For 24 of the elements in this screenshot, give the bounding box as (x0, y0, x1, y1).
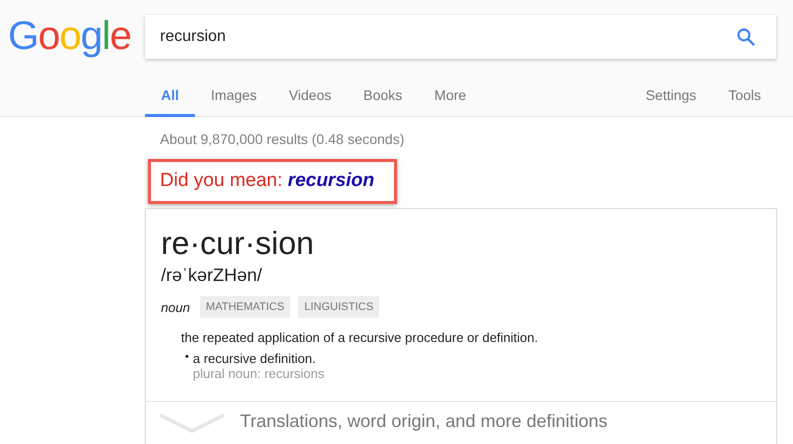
suggestion-link[interactable]: recursion (288, 170, 374, 191)
nav-link[interactable]: Settings (630, 79, 712, 117)
nav-link[interactable]: Tools (712, 79, 793, 117)
bullet: • (185, 351, 189, 365)
nav-tab[interactable]: More (418, 79, 482, 117)
subject-tag: MATHEMATICS (200, 296, 290, 318)
nav-tab[interactable]: Videos (272, 79, 348, 117)
search-field[interactable]: recursion (160, 28, 736, 46)
part-of-speech: noun (161, 300, 190, 314)
result-stats: About 9,870,000 results (0.48 seconds) (160, 131, 406, 147)
subsense-text: a recursive definition. (192, 351, 317, 366)
search-icon[interactable] (736, 27, 756, 47)
nav-tab[interactable]: All (145, 79, 195, 117)
headword: re·cur·sion (161, 224, 315, 263)
plural-note: plural noun: recursions (192, 366, 324, 381)
pronunciation: /rəˈkərZHən/ (161, 265, 264, 286)
nav-tab[interactable]: Books (347, 79, 418, 117)
logo[interactable]: Google (0, 14, 145, 58)
definition-text: the repeated application of a recursive procedure or definition. (181, 330, 539, 345)
suggestion-prompt: Did you mean: (160, 170, 283, 191)
search-bar[interactable]: recursion (145, 15, 776, 59)
more-definitions-link[interactable]: Translations, word origin, and more definitions (240, 411, 608, 432)
nav-tab[interactable]: Images (194, 79, 273, 117)
subject-tag: LINGUISTICS (298, 296, 380, 318)
